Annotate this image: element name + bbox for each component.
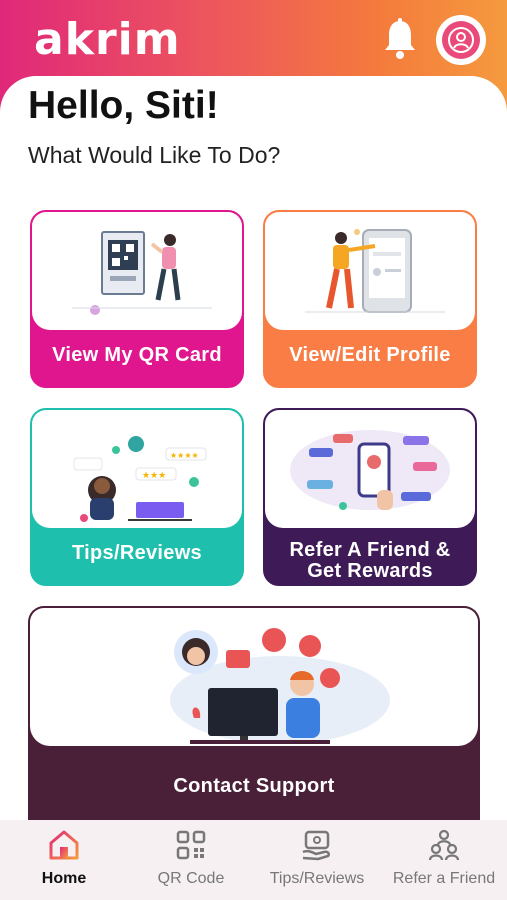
profile-button[interactable] xyxy=(436,15,486,65)
svg-text:★★★★: ★★★★ xyxy=(170,451,199,460)
tips-reviews-button[interactable]: ★★★ ★★★★ Tips/Reviews xyxy=(30,408,244,586)
contact-support-button[interactable]: Contact Support xyxy=(28,606,480,824)
view-edit-profile-label: View/Edit Profile xyxy=(289,344,451,366)
view-qr-card-label: View My QR Card xyxy=(52,344,222,366)
qr-illustration xyxy=(32,212,242,330)
profile-icon xyxy=(442,21,480,59)
nav-refer-friend[interactable]: Refer a Friend xyxy=(388,820,500,900)
tips-illustration: ★★★ ★★★★ xyxy=(32,410,242,528)
refer-illustration xyxy=(265,410,475,528)
refer-icon xyxy=(428,829,460,861)
nav-qr-code-label: QR Code xyxy=(157,870,225,887)
contact-support-label: Contact Support xyxy=(173,774,335,797)
profile-illustration xyxy=(265,212,475,330)
refer-friend-label: Refer A Friend & Get Rewards xyxy=(265,524,475,584)
nav-qr-code[interactable]: QR Code xyxy=(146,820,236,900)
qr-code-icon xyxy=(176,830,206,860)
tips-reviews-label: Tips/Reviews xyxy=(72,542,202,564)
bell-icon[interactable] xyxy=(382,18,418,60)
bottom-navigation: Home QR Code Tips/Reviews Refer a Friend xyxy=(0,820,507,900)
home-icon xyxy=(49,830,79,860)
support-illustration xyxy=(30,608,478,746)
nav-tips-reviews-label: Tips/Reviews xyxy=(269,870,365,887)
svg-text:★★★: ★★★ xyxy=(142,471,166,481)
nav-home-label: Home xyxy=(41,870,87,887)
view-edit-profile-button[interactable]: View/Edit Profile xyxy=(263,210,477,388)
main-content: Hello, Siti! What Would Like To Do? View… xyxy=(0,76,507,824)
greeting-title: Hello, Siti! xyxy=(28,84,219,127)
refer-friend-button[interactable]: Refer A Friend & Get Rewards xyxy=(263,408,477,586)
nav-tips-reviews[interactable]: Tips/Reviews xyxy=(262,820,372,900)
nav-home[interactable]: Home xyxy=(22,820,106,900)
tips-icon xyxy=(302,830,331,861)
refer-friend-label-line1: Refer A Friend & xyxy=(289,539,451,561)
greeting-subtitle: What Would Like To Do? xyxy=(28,142,281,168)
view-qr-card-button[interactable]: View My QR Card xyxy=(30,210,244,388)
refer-friend-label-line2: Get Rewards xyxy=(307,560,433,582)
nav-refer-friend-label: Refer a Friend xyxy=(392,870,496,887)
akrim-logo: akrim xyxy=(34,14,181,65)
